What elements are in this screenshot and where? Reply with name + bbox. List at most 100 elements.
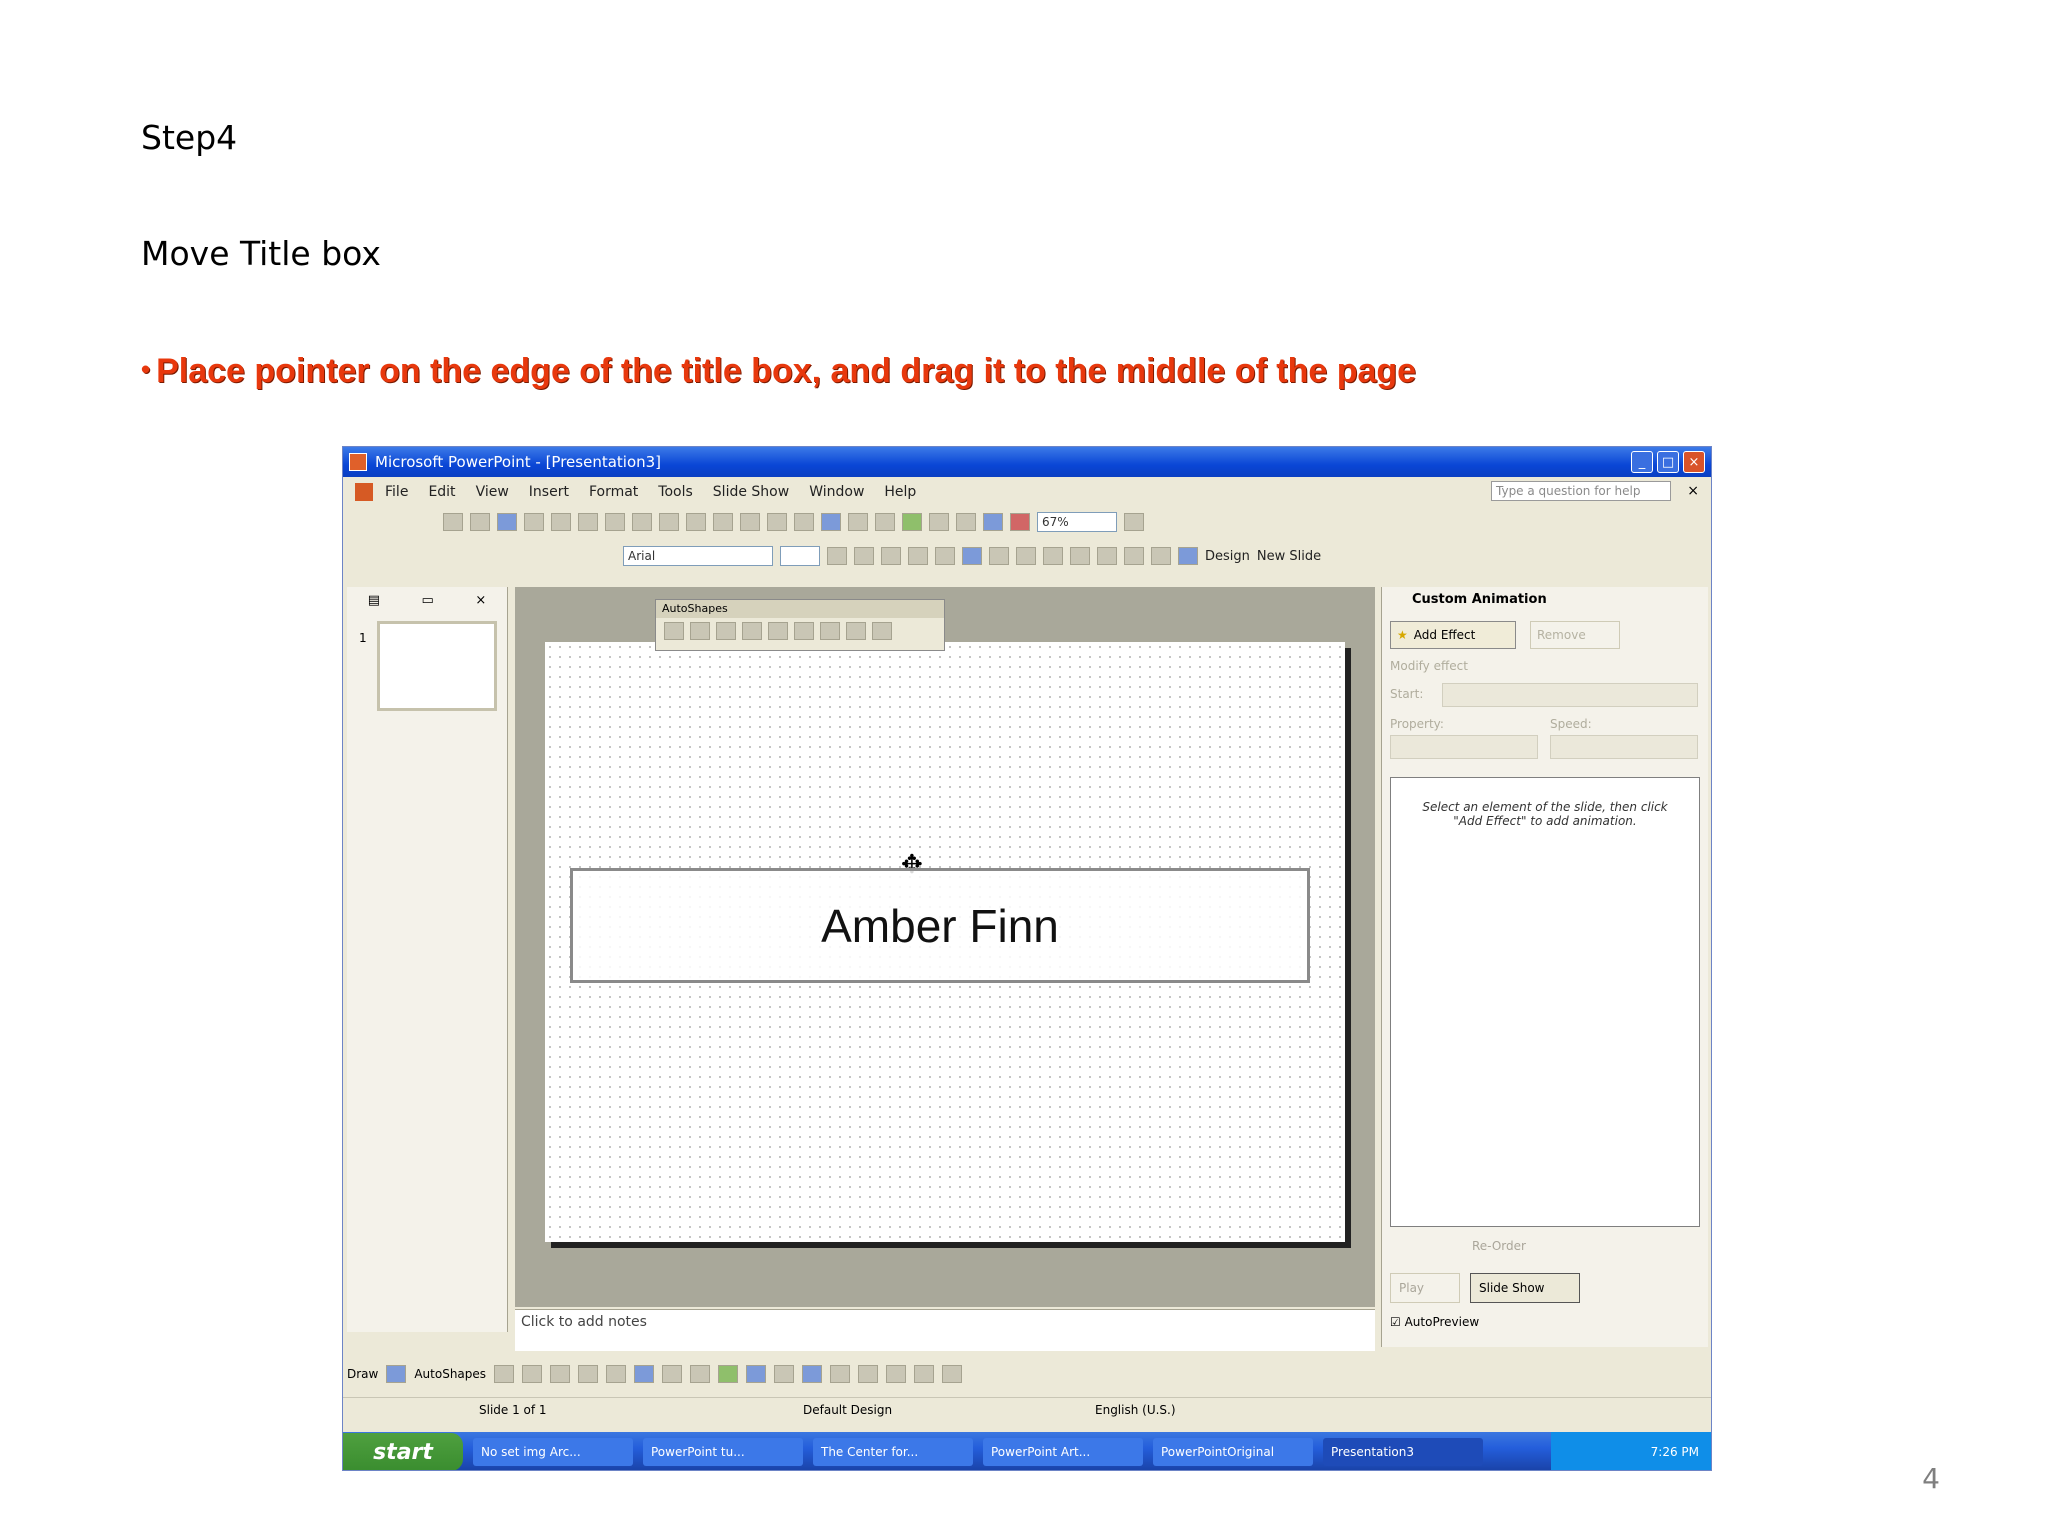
email-icon[interactable]: [551, 513, 571, 531]
basic-shapes-icon[interactable]: [716, 622, 736, 640]
zoom-combo[interactable]: 67%: [1037, 512, 1117, 532]
taskbar-item[interactable]: PowerPoint Art...: [983, 1438, 1143, 1466]
arrow-style-icon[interactable]: [886, 1365, 907, 1383]
notes-pane[interactable]: Click to add notes: [515, 1309, 1375, 1351]
numbering-icon[interactable]: [1016, 547, 1036, 565]
align-left-icon[interactable]: [935, 547, 955, 565]
wordart-icon[interactable]: [634, 1365, 655, 1383]
taskbar-item[interactable]: PowerPoint tu...: [643, 1438, 803, 1466]
color-grayscale-icon[interactable]: [1010, 513, 1030, 531]
fill-color-icon[interactable]: [746, 1365, 767, 1383]
grid-icon[interactable]: [983, 513, 1003, 531]
oval-icon[interactable]: [578, 1365, 599, 1383]
align-right-icon[interactable]: [989, 547, 1009, 565]
text-color-icon[interactable]: [802, 1365, 823, 1383]
spelling-icon[interactable]: [632, 513, 652, 531]
diagram-icon[interactable]: [662, 1365, 683, 1383]
menu-view[interactable]: View: [476, 484, 509, 500]
cut-icon[interactable]: [659, 513, 679, 531]
line-color-icon[interactable]: [774, 1365, 795, 1383]
underline-icon[interactable]: [881, 547, 901, 565]
new-icon[interactable]: [443, 513, 463, 531]
add-effect-button[interactable]: ★ Add Effect: [1390, 621, 1516, 649]
italic-icon[interactable]: [854, 547, 874, 565]
draw-menu[interactable]: Draw: [347, 1367, 378, 1381]
document-close-icon[interactable]: ×: [1687, 483, 1699, 499]
menu-file[interactable]: File: [385, 484, 408, 500]
permission-icon[interactable]: [524, 513, 544, 531]
align-center-icon[interactable]: [962, 547, 982, 565]
font-color-icon[interactable]: [1178, 547, 1198, 565]
increase-indent-icon[interactable]: [1151, 547, 1171, 565]
rectangle-icon[interactable]: [550, 1365, 571, 1383]
decrease-font-icon[interactable]: [1097, 547, 1117, 565]
connectors-icon[interactable]: [690, 622, 710, 640]
line-style-icon[interactable]: [830, 1365, 851, 1383]
play-button[interactable]: Play: [1390, 1273, 1460, 1303]
close-icon[interactable]: ×: [1683, 451, 1705, 473]
menu-help[interactable]: Help: [884, 484, 916, 500]
design-button[interactable]: Design: [1205, 549, 1250, 564]
autoshapes-menu[interactable]: AutoShapes: [414, 1367, 486, 1381]
start-button[interactable]: start: [343, 1433, 463, 1470]
arrow-icon[interactable]: [522, 1365, 543, 1383]
animation-list[interactable]: Select an element of the slide, then cli…: [1390, 777, 1700, 1227]
menu-window[interactable]: Window: [809, 484, 864, 500]
taskbar-item[interactable]: The Center for...: [813, 1438, 973, 1466]
line-icon[interactable]: [494, 1365, 515, 1383]
insert-picture-icon[interactable]: [902, 513, 922, 531]
more-autoshapes-icon[interactable]: [872, 622, 892, 640]
menu-slide-show[interactable]: Slide Show: [713, 484, 789, 500]
minimize-icon[interactable]: _: [1631, 451, 1653, 473]
bold-icon[interactable]: [827, 547, 847, 565]
menu-tools[interactable]: Tools: [658, 484, 693, 500]
bullets-icon[interactable]: [1043, 547, 1063, 565]
taskbar-item[interactable]: PowerPointOriginal: [1153, 1438, 1313, 1466]
lines-icon[interactable]: [664, 622, 684, 640]
maximize-icon[interactable]: □: [1657, 451, 1679, 473]
copy-icon[interactable]: [686, 513, 706, 531]
taskbar-item[interactable]: No set img Arc...: [473, 1438, 633, 1466]
slide-canvas[interactable]: ✥ Amber Finn: [545, 642, 1345, 1242]
help-icon[interactable]: [1124, 513, 1144, 531]
slides-tab-icon[interactable]: ▭: [422, 593, 434, 608]
redo-icon[interactable]: [794, 513, 814, 531]
shadow-style-icon[interactable]: [914, 1365, 935, 1383]
remove-button[interactable]: Remove: [1530, 621, 1620, 649]
print-icon[interactable]: [578, 513, 598, 531]
format-painter-icon[interactable]: [740, 513, 760, 531]
text-box-icon[interactable]: [606, 1365, 627, 1383]
slide-show-button[interactable]: Slide Show: [1470, 1273, 1580, 1303]
action-buttons-icon[interactable]: [846, 622, 866, 640]
speed-dropdown[interactable]: [1550, 735, 1698, 759]
decrease-indent-icon[interactable]: [1124, 547, 1144, 565]
3d-style-icon[interactable]: [942, 1365, 963, 1383]
save-icon[interactable]: [497, 513, 517, 531]
font-combo[interactable]: Arial: [623, 546, 773, 566]
select-objects-icon[interactable]: [386, 1365, 407, 1383]
clip-art-icon[interactable]: [690, 1365, 711, 1383]
outline-tab-icon[interactable]: ▤: [368, 593, 380, 608]
print-preview-icon[interactable]: [605, 513, 625, 531]
start-dropdown[interactable]: [1442, 683, 1698, 707]
font-size-combo[interactable]: [780, 546, 820, 566]
formatting-icon[interactable]: [956, 513, 976, 531]
stars-banners-icon[interactable]: [794, 622, 814, 640]
undo-icon[interactable]: [767, 513, 787, 531]
flowchart-icon[interactable]: [768, 622, 788, 640]
menu-format[interactable]: Format: [589, 484, 638, 500]
picture-icon[interactable]: [718, 1365, 739, 1383]
menu-edit[interactable]: Edit: [428, 484, 455, 500]
insert-chart-icon[interactable]: [821, 513, 841, 531]
new-slide-button[interactable]: New Slide: [1257, 549, 1321, 564]
shadow-icon[interactable]: [908, 547, 928, 565]
insert-table-icon[interactable]: [848, 513, 868, 531]
taskbar-item-active[interactable]: Presentation3: [1323, 1438, 1483, 1466]
slide-thumbnail[interactable]: [377, 621, 497, 711]
paste-icon[interactable]: [713, 513, 733, 531]
tables-borders-icon[interactable]: [875, 513, 895, 531]
increase-font-icon[interactable]: [1070, 547, 1090, 565]
help-question-input[interactable]: Type a question for help: [1491, 481, 1671, 501]
menu-insert[interactable]: Insert: [529, 484, 569, 500]
property-dropdown[interactable]: [1390, 735, 1538, 759]
